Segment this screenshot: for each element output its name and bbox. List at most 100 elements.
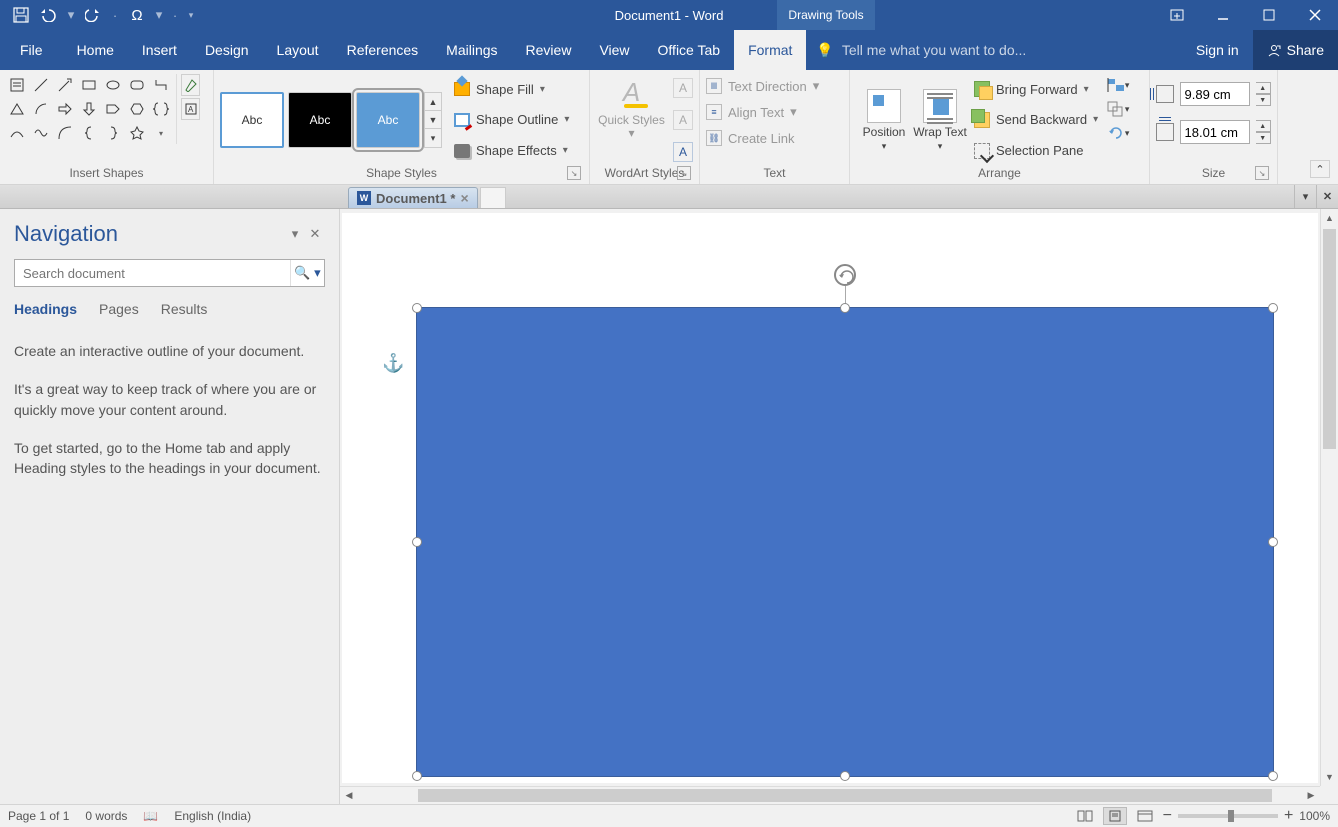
close-button[interactable] <box>1292 0 1338 30</box>
zoom-in-button[interactable]: + <box>1284 807 1293 825</box>
shape-styles-launcher[interactable]: ↘ <box>567 166 581 180</box>
handle-br[interactable] <box>1268 771 1278 781</box>
tab-layout[interactable]: Layout <box>263 30 333 70</box>
bring-forward-button[interactable]: Bring Forward <box>974 77 1098 101</box>
shape-left-brace-icon[interactable] <box>78 122 100 144</box>
zoom-out-button[interactable]: − <box>1163 807 1172 825</box>
wordart-launcher[interactable]: ↘ <box>677 166 691 180</box>
vscroll-thumb[interactable] <box>1323 229 1336 449</box>
drawing-tools-tab[interactable]: Drawing Tools <box>777 0 875 30</box>
ribbon-display-options[interactable] <box>1154 0 1200 30</box>
shape-curve-icon[interactable] <box>54 122 76 144</box>
shape-oval-icon[interactable] <box>102 74 124 96</box>
status-words[interactable]: 0 words <box>85 809 127 823</box>
shape-fill-button[interactable]: Shape Fill <box>450 76 573 102</box>
shape-style-gallery[interactable]: Abc Abc Abc ▲ ▼ ▾ <box>220 74 442 166</box>
shape-right-arrow-icon[interactable] <box>54 98 76 120</box>
hscroll-right[interactable]: ▶ <box>1302 787 1320 804</box>
undo-button[interactable] <box>36 2 62 28</box>
style-thumb-2[interactable]: Abc <box>288 92 352 148</box>
tab-design[interactable]: Design <box>191 30 263 70</box>
shape-width-input[interactable] <box>1180 120 1250 144</box>
width-up[interactable]: ▲ <box>1256 120 1272 132</box>
horizontal-scrollbar[interactable]: ◀ ▶ <box>340 786 1320 804</box>
shape-textbox-icon[interactable] <box>6 74 28 96</box>
tell-me-box[interactable]: 💡 <box>806 30 1101 70</box>
height-down[interactable]: ▼ <box>1256 94 1272 106</box>
shape-hexagon-icon[interactable] <box>126 98 148 120</box>
align-button[interactable]: ▾ <box>1106 74 1130 96</box>
omega-dropdown[interactable]: ▾ <box>152 7 166 23</box>
zoom-level[interactable]: 100% <box>1299 809 1330 823</box>
handle-ml[interactable] <box>412 537 422 547</box>
nav-tab-headings[interactable]: Headings <box>14 301 77 317</box>
nav-tab-pages[interactable]: Pages <box>99 301 139 317</box>
shape-arrow-line-icon[interactable] <box>54 74 76 96</box>
status-language[interactable]: English (India) <box>174 809 251 823</box>
navigation-search-button[interactable]: 🔍 ▾ <box>290 260 324 286</box>
document-tab-close[interactable]: × <box>460 190 468 206</box>
status-proofing-icon[interactable]: 📖 <box>143 809 158 823</box>
handle-bl[interactable] <box>412 771 422 781</box>
minimize-button[interactable] <box>1200 0 1246 30</box>
send-backward-button[interactable]: Send Backward <box>974 108 1098 132</box>
shape-freeform-icon[interactable] <box>30 122 52 144</box>
vertical-scrollbar[interactable]: ▲ ▼ <box>1320 209 1338 786</box>
navigation-search-input[interactable] <box>15 260 290 286</box>
shape-triangle-icon[interactable] <box>6 98 28 120</box>
tab-office-tab[interactable]: Office Tab <box>644 30 735 70</box>
group-button[interactable]: ▾ <box>1106 98 1130 120</box>
gallery-up-button[interactable]: ▲ <box>425 93 441 111</box>
shapes-more-icon[interactable]: ▾ <box>150 122 172 144</box>
shape-elbow-connector-icon[interactable] <box>150 74 172 96</box>
draw-textbox-button[interactable]: A <box>181 98 200 120</box>
shape-effects-button[interactable]: Shape Effects <box>450 138 573 164</box>
shape-arc-icon[interactable] <box>30 98 52 120</box>
tab-file[interactable]: File <box>0 30 63 70</box>
tab-references[interactable]: References <box>333 30 433 70</box>
tab-mailings[interactable]: Mailings <box>432 30 511 70</box>
shape-rounded-rect-icon[interactable] <box>126 74 148 96</box>
collapse-ribbon-button[interactable]: ⌃ <box>1310 160 1330 178</box>
shape-double-brace-icon[interactable] <box>150 98 172 120</box>
share-button[interactable]: Share <box>1253 30 1338 70</box>
status-page[interactable]: Page 1 of 1 <box>8 809 69 823</box>
shapes-gallery[interactable]: ▾ <box>6 74 172 144</box>
position-button[interactable]: Position▾ <box>856 74 912 166</box>
print-layout-button[interactable] <box>1103 807 1127 825</box>
redo-button[interactable] <box>80 2 106 28</box>
maximize-button[interactable] <box>1246 0 1292 30</box>
gallery-down-button[interactable]: ▼ <box>425 111 441 129</box>
hscroll-left[interactable]: ◀ <box>340 787 358 804</box>
tabs-close-all[interactable]: ✕ <box>1316 185 1338 208</box>
handle-mr[interactable] <box>1268 537 1278 547</box>
web-layout-button[interactable] <box>1133 807 1157 825</box>
omega-button[interactable]: Ω <box>124 2 150 28</box>
signin-button[interactable]: Sign in <box>1182 30 1253 70</box>
navigation-search[interactable]: 🔍 ▾ <box>14 259 325 287</box>
handle-tr[interactable] <box>1268 303 1278 313</box>
wrap-text-button[interactable]: Wrap Text▾ <box>912 74 968 166</box>
qat-customize[interactable]: ▾ <box>184 10 198 21</box>
vscroll-down[interactable]: ▼ <box>1321 768 1338 786</box>
handle-tl[interactable] <box>412 303 422 313</box>
edit-shape-button[interactable] <box>181 74 200 96</box>
tell-me-input[interactable] <box>842 42 1102 58</box>
document-tab[interactable]: W Document1 * × <box>348 187 478 208</box>
read-mode-button[interactable] <box>1073 807 1097 825</box>
selected-rectangle-shape[interactable] <box>416 307 1274 777</box>
shape-right-brace-icon[interactable] <box>102 122 124 144</box>
rotate-handle[interactable] <box>834 264 856 286</box>
shape-rectangle-icon[interactable] <box>78 74 100 96</box>
navigation-dropdown[interactable]: ▾ <box>285 226 305 242</box>
style-thumb-3[interactable]: Abc <box>356 92 420 148</box>
handle-tc[interactable] <box>840 303 850 313</box>
rotate-button[interactable]: ▾ <box>1106 122 1130 144</box>
save-button[interactable] <box>8 2 34 28</box>
shape-flowchart-arrow-icon[interactable] <box>102 98 124 120</box>
selection-pane-button[interactable]: Selection Pane <box>974 139 1098 163</box>
tab-home[interactable]: Home <box>63 30 128 70</box>
document-page[interactable]: ⚓ <box>342 213 1318 783</box>
zoom-thumb[interactable] <box>1228 810 1234 822</box>
vscroll-up[interactable]: ▲ <box>1321 209 1338 227</box>
